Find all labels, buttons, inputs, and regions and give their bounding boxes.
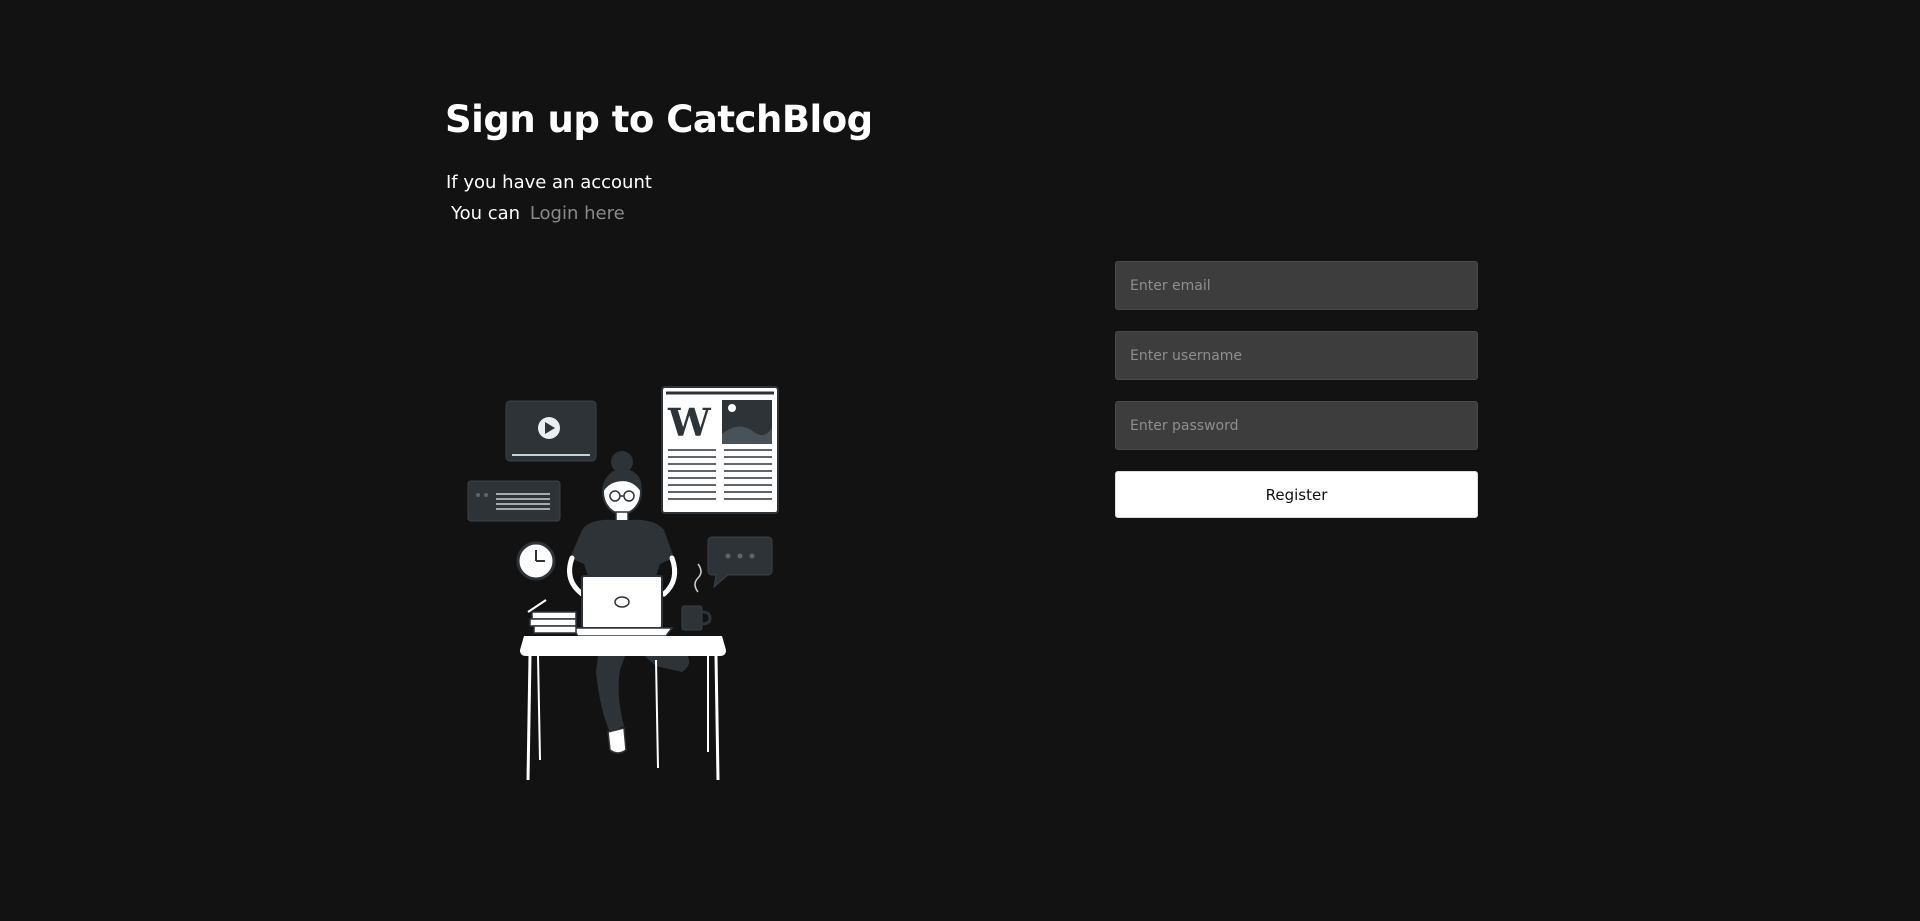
video-card — [505, 400, 597, 462]
account-prompt: If you have an account — [446, 172, 652, 193]
signup-page: Sign up to CatchBlog If you have an acco… — [0, 0, 1920, 921]
login-link[interactable]: Login here — [530, 203, 625, 224]
signup-form: Register — [1115, 261, 1478, 518]
text-card — [467, 480, 561, 522]
page-title: Sign up to CatchBlog — [445, 98, 873, 141]
login-prompt: You can Login here — [451, 203, 625, 224]
chat-bubble-icon — [707, 536, 773, 589]
books-icon — [527, 599, 577, 634]
username-field[interactable] — [1115, 331, 1478, 380]
mug-icon — [681, 605, 712, 631]
email-field[interactable] — [1115, 261, 1478, 310]
clock-icon — [516, 541, 556, 581]
blogger-illustration: W — [467, 386, 779, 781]
login-prompt-prefix: You can — [451, 203, 521, 224]
password-field[interactable] — [1115, 401, 1478, 450]
register-button[interactable]: Register — [1115, 471, 1478, 518]
newspaper-letter: W — [667, 400, 712, 445]
newspaper-icon: W — [661, 386, 779, 514]
laptop-icon — [570, 575, 674, 637]
